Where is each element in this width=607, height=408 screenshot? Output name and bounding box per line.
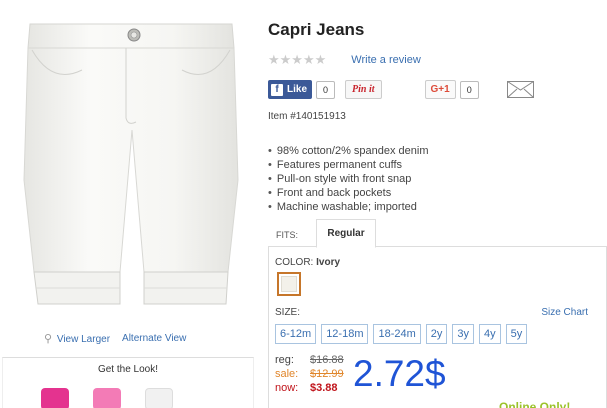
write-review-link[interactable]: Write a review <box>351 54 420 66</box>
tab-regular[interactable]: Regular <box>316 219 376 248</box>
feature-item: Machine washable; imported <box>268 200 429 214</box>
color-swatch-ivory[interactable] <box>277 272 301 296</box>
facebook-icon: f <box>271 83 283 96</box>
alternate-view-link[interactable]: Alternate View <box>122 333 186 344</box>
get-the-look-title: Get the Look! <box>97 364 159 375</box>
regular-price-label: reg: <box>275 354 294 366</box>
product-image-column: ⚲ View Larger Alternate View Get the Loo… <box>0 0 262 408</box>
feature-item: Features permanent cuffs <box>268 158 429 172</box>
rating-row: ★★★★★ Write a review <box>268 52 421 68</box>
product-title: Capri Jeans <box>268 20 365 39</box>
size-label: SIZE: <box>275 307 301 318</box>
email-icon[interactable] <box>506 81 534 98</box>
size-chart-link[interactable]: Size Chart <box>541 307 588 318</box>
product-details: Capri Jeans ★★★★★ Write a review f Like … <box>262 0 607 408</box>
size-options: 6-12m 12-18m 18-24m 2y 3y 4y 5y <box>275 324 528 344</box>
facebook-like-button[interactable]: f Like <box>268 80 313 99</box>
swatch-fill <box>281 276 297 292</box>
social-share-row: f Like 0 Pin it G+1 0 <box>268 80 534 99</box>
size-option-3y[interactable]: 3y <box>452 324 475 344</box>
view-larger-link[interactable]: View Larger <box>57 334 110 345</box>
google-plus-button[interactable]: G+1 <box>424 80 456 99</box>
image-view-links: ⚲ View Larger Alternate View <box>44 332 186 345</box>
overlay-price: 2.72$ <box>353 353 446 394</box>
color-value: Ivory <box>316 257 341 268</box>
look-thumbnail[interactable] <box>93 388 121 408</box>
google-plus-count: 0 <box>459 80 479 99</box>
feature-item: Front and back pockets <box>268 186 429 200</box>
item-number: Item #140151913 <box>268 111 346 122</box>
product-image[interactable] <box>22 10 240 320</box>
get-the-look-thumbnails <box>41 388 173 408</box>
feature-item: 98% cotton/2% spandex denim <box>268 144 429 158</box>
feature-list: 98% cotton/2% spandex denim Features per… <box>268 144 429 214</box>
regular-price: $16.88 <box>310 354 344 366</box>
pinterest-pin-button[interactable]: Pin it <box>345 80 382 99</box>
feature-item: Pull-on style with front snap <box>268 172 429 186</box>
look-thumbnail[interactable] <box>145 388 173 408</box>
now-price-label: now: <box>275 382 299 394</box>
online-only-badge: Online Only! <box>499 400 571 408</box>
size-option-6-12m[interactable]: 6-12m <box>275 324 317 344</box>
get-the-look-panel: Get the Look! <box>2 357 254 408</box>
look-thumbnail[interactable] <box>41 388 69 408</box>
size-option-5y[interactable]: 5y <box>505 324 528 344</box>
product-options: COLOR: Ivory SIZE: Size Chart 6-12m 12-1… <box>268 247 607 408</box>
facebook-like-label: Like <box>287 84 308 95</box>
fits-tabs: FITS: Regular <box>268 219 607 248</box>
now-price: $3.88 <box>310 382 338 394</box>
sale-price-label: sale: <box>275 368 299 380</box>
magnifier-icon: ⚲ <box>44 333 53 345</box>
sale-price: $12.99 <box>310 368 344 380</box>
size-option-12-18m[interactable]: 12-18m <box>321 324 369 344</box>
star-rating-icon: ★★★★★ <box>268 52 327 67</box>
size-option-2y[interactable]: 2y <box>425 324 448 344</box>
facebook-like-count: 0 <box>316 80 336 99</box>
color-label: COLOR: Ivory <box>275 257 341 268</box>
size-option-4y[interactable]: 4y <box>479 324 501 344</box>
size-option-18-24m[interactable]: 18-24m <box>373 324 421 344</box>
fits-label: FITS: <box>276 230 298 240</box>
price-block: reg: $16.88 sale: $12.99 now: $3.88 <box>275 353 344 395</box>
